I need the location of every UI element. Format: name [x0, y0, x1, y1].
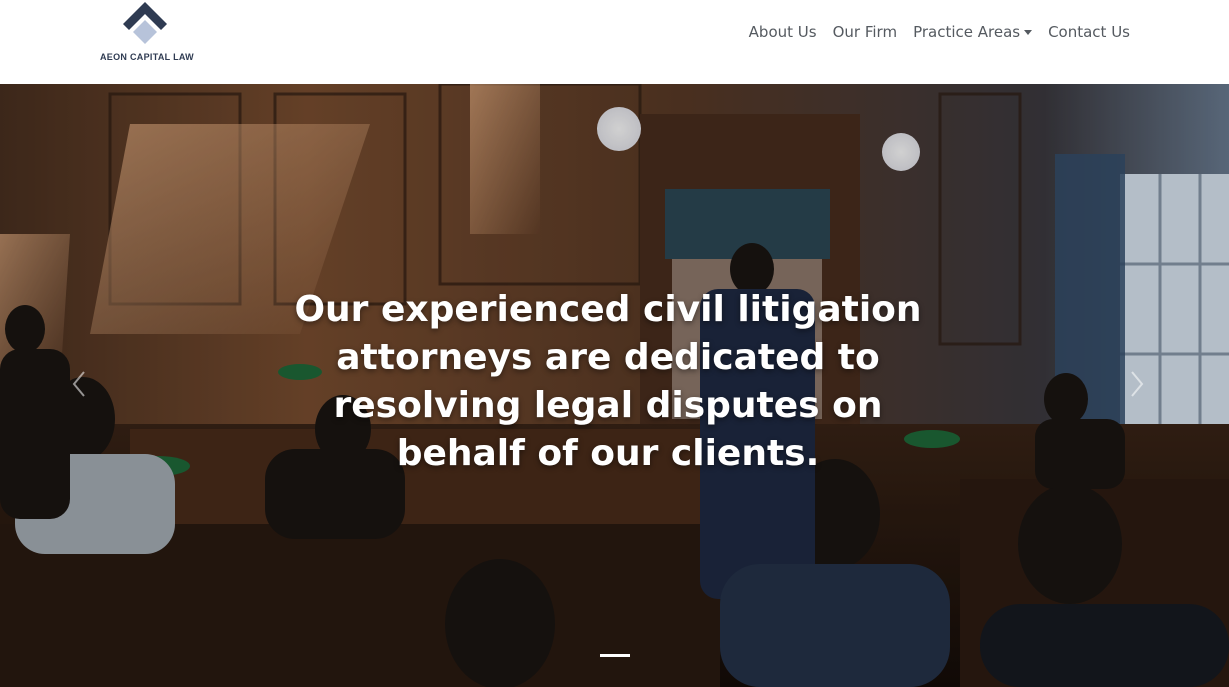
brand-logo-mark-icon — [123, 2, 167, 44]
nav-dropdown-practice-areas[interactable]: Practice Areas — [905, 23, 1040, 41]
hero-caption: Our experienced civil litigation attorne… — [294, 289, 922, 474]
top-navbar: AEON CAPITAL LAW About Us Our Firm Pract… — [0, 0, 1229, 84]
hero-carousel: Our experienced civil litigation attorne… — [0, 84, 1229, 687]
chevron-left-icon — [72, 371, 85, 397]
chevron-right-icon — [1131, 371, 1144, 397]
main-nav: About Us Our Firm Practice Areas Contact… — [741, 20, 1138, 44]
carousel-prev-button[interactable] — [60, 364, 100, 404]
brand-name: AEON CAPITAL LAW — [100, 52, 194, 62]
nav-link-our-firm[interactable]: Our Firm — [825, 23, 905, 41]
carousel-indicators — [0, 654, 1229, 658]
brand-logo[interactable]: AEON CAPITAL LAW — [96, 0, 196, 70]
nav-dropdown-label: Practice Areas — [913, 23, 1021, 41]
carousel-indicator-active[interactable] — [599, 654, 630, 657]
nav-link-contact-us[interactable]: Contact Us — [1040, 23, 1138, 41]
nav-link-about-us[interactable]: About Us — [741, 23, 825, 41]
caret-down-icon — [1024, 29, 1033, 35]
carousel-next-button[interactable] — [1116, 364, 1156, 404]
